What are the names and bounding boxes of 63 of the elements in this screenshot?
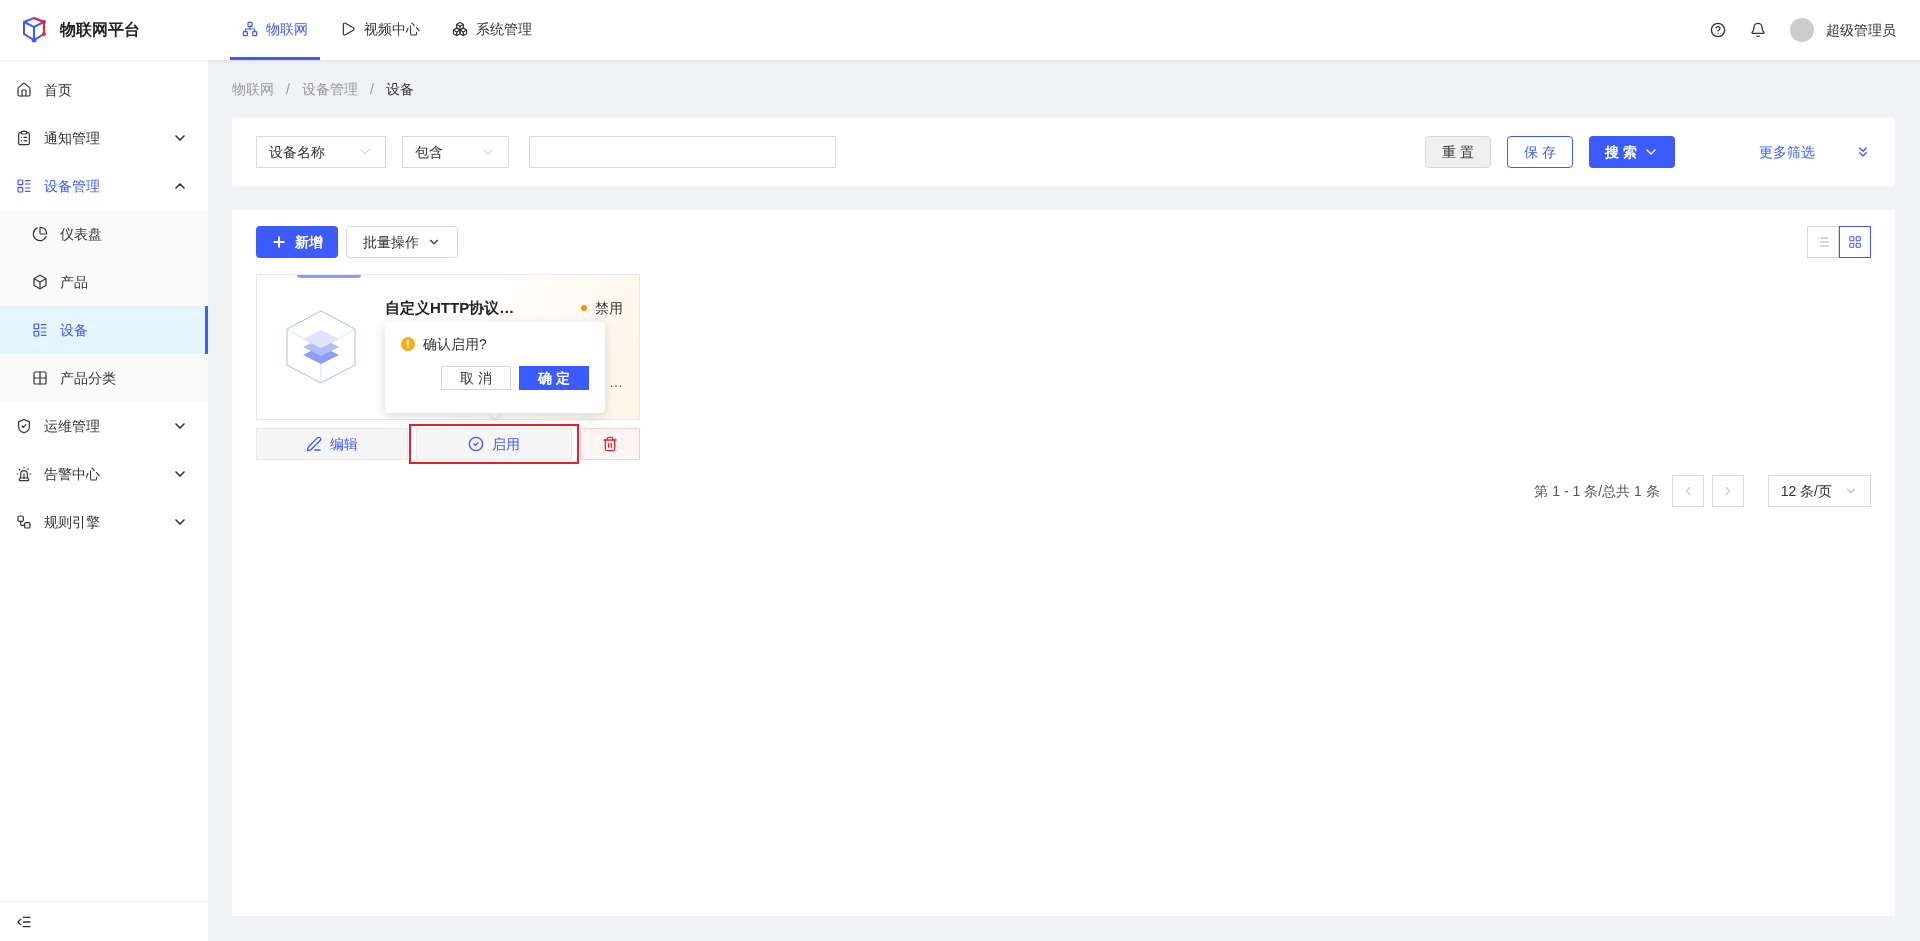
home-icon <box>16 82 32 98</box>
nav-tab[interactable]: 物联网 <box>230 0 320 60</box>
help-icon[interactable] <box>1710 22 1726 38</box>
device-detail: … <box>609 372 623 392</box>
grid-view-button[interactable] <box>1839 226 1871 258</box>
edit-button[interactable]: 编辑 <box>256 428 408 460</box>
list-icon <box>32 322 48 338</box>
cube-icon <box>32 274 48 290</box>
device-title: 自定义HTTP协议… <box>385 298 515 318</box>
nav-tab[interactable]: 系统管理 <box>440 0 544 60</box>
sidebar-item[interactable]: 首页 <box>0 66 208 114</box>
siren-icon <box>16 466 32 482</box>
grid-icon <box>32 370 48 386</box>
warning-icon <box>401 337 415 351</box>
nav-tab[interactable]: 视频中心 <box>328 0 432 60</box>
add-button[interactable]: 新增 <box>256 226 338 258</box>
sidebar-item[interactable]: 运维管理 <box>0 402 208 450</box>
sidebar-item[interactable]: 规则引擎 <box>0 498 208 546</box>
list-icon <box>16 178 32 194</box>
plus-icon <box>271 234 287 250</box>
breadcrumb-item: 设备 <box>385 80 414 99</box>
pie-chart-icon <box>32 226 48 242</box>
breadcrumb-separator: / <box>285 80 291 99</box>
batch-actions-button[interactable]: 批量操作 <box>346 226 458 258</box>
more-filters-link[interactable]: 更多筛选 <box>1759 142 1815 162</box>
flow-icon <box>16 514 32 530</box>
breadcrumb-separator: / <box>368 80 375 99</box>
sidebar-item[interactable]: 设备管理 <box>0 162 208 210</box>
confirm-message: 确认启用? <box>423 335 487 354</box>
save-button[interactable]: 保 存 <box>1507 136 1574 168</box>
page-size-select[interactable]: 12 条/页 <box>1767 475 1871 507</box>
network-icon <box>242 20 258 37</box>
cube-logo-icon <box>20 16 48 44</box>
value-input[interactable] <box>529 136 836 168</box>
delete-button[interactable] <box>580 428 640 460</box>
sidebar-item[interactable]: 通知管理 <box>0 114 208 162</box>
trash-icon <box>602 436 618 452</box>
field-select[interactable]: 设备名称 <box>256 136 386 168</box>
sidebar-item[interactable]: 产品分类 <box>0 354 208 402</box>
pagination-summary: 第 1 - 1 条/总共 1 条 <box>1534 482 1660 501</box>
grid-icon <box>1848 235 1862 249</box>
check-circle-icon <box>468 436 484 452</box>
search-button[interactable]: 搜 索 <box>1589 136 1675 168</box>
status-text: 禁用 <box>595 299 623 319</box>
sidebar-item[interactable]: 仪表盘 <box>0 210 208 258</box>
sidebar-item[interactable]: 产品 <box>0 258 208 306</box>
sidebar-item[interactable]: 设备 <box>0 306 208 354</box>
bell-icon[interactable] <box>1750 22 1766 38</box>
brand-name: 物联网平台 <box>60 20 140 40</box>
clipboard-icon <box>16 130 32 146</box>
sidebar-item[interactable]: 告警中心 <box>0 450 208 498</box>
card-tag <box>297 275 361 278</box>
enable-button[interactable]: 启用 <box>416 428 572 460</box>
play-icon <box>340 20 356 37</box>
confirm-button[interactable]: 确 定 <box>519 366 589 390</box>
user-name[interactable]: 超级管理员 <box>1826 20 1896 40</box>
boxes-icon <box>452 20 468 37</box>
shield-icon <box>16 418 32 434</box>
list-icon <box>1816 235 1830 249</box>
pen-icon <box>306 436 322 452</box>
operator-select[interactable]: 包含 <box>402 136 509 168</box>
reset-button[interactable]: 重 置 <box>1425 136 1492 168</box>
cancel-button[interactable]: 取 消 <box>441 366 511 390</box>
